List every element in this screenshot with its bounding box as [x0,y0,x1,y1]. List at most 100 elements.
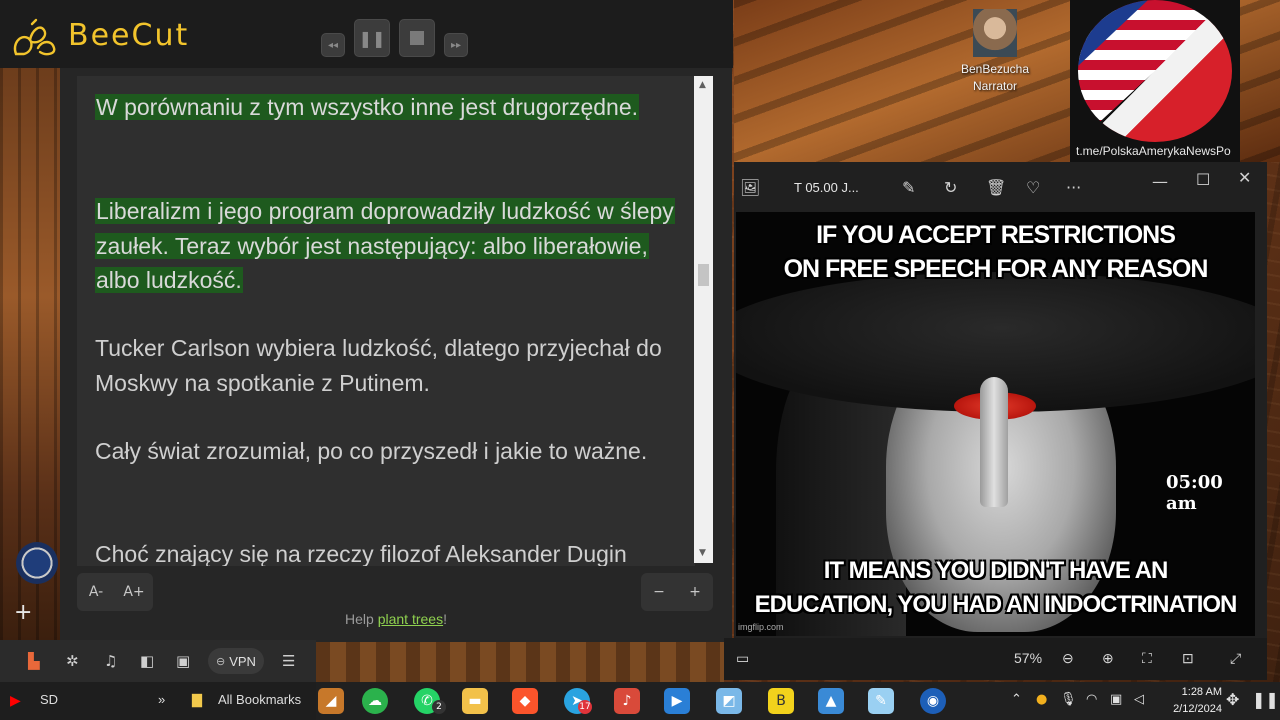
meme-bottom-line-1: IT MEANS YOU DIDN'T HAVE AN [823,557,1169,584]
paint-app-icon[interactable]: ✎ [868,688,894,714]
bookmarks-overflow[interactable]: » [158,692,165,707]
add-icon[interactable]: + [14,600,32,625]
font-larger-button[interactable]: A+ [115,573,153,611]
narrator-label: BenBezucha Narrator [940,61,1050,95]
zoom-in-button[interactable]: + [677,573,713,611]
favorite-icon[interactable]: ♡ [1026,178,1040,197]
move-cursor-icon: ✥ [1226,690,1240,709]
help-line: Help plant trees! [60,611,732,627]
scrollbar-thumb[interactable] [698,264,709,286]
reader-text-area[interactable]: W porównaniu z tym wszystko inne jest dr… [77,76,695,566]
music-icon[interactable]: ♫ [104,652,117,670]
volume-icon[interactable]: ◁ [1134,692,1144,707]
wifi-icon[interactable]: ◠ [1086,692,1097,707]
menu-icon[interactable]: ☰ [282,652,295,670]
flag-icon [1078,0,1232,142]
network-icon[interactable]: ▣ [1110,692,1122,707]
narrator-name: BenBezucha [960,62,1030,76]
photos-taskbar-icon[interactable]: ▲ [818,688,844,714]
brave-news-icon[interactable]: ▙ [28,652,40,670]
cloud-app-icon[interactable]: ☁ [362,688,388,714]
viewer-titlebar: 🖼 T 05.00 J... ✎ ↻ 🗑 ♡ ··· — ☐ ✕ [734,162,1267,212]
paragraph-5: Choć znający się na rzeczy filozof Aleks… [95,541,627,566]
bee-logo-icon [13,18,56,56]
help-suffix: ! [443,611,447,627]
clock-date: 2/12/2024 [1173,703,1222,715]
photo-viewer-window: 🖼 T 05.00 J... ✎ ↻ 🗑 ♡ ··· — ☐ ✕ IF YOU … [724,162,1267,680]
stop-button[interactable] [399,19,435,57]
zoom-out-button[interactable]: − [641,573,677,611]
paragraph-1: W porównaniu z tym wszystko inne jest dr… [95,94,640,120]
whatsapp-badge: 2 [432,700,446,714]
channel-url: t.me/PolskaAmerykaNewsPo [1076,144,1231,158]
vpn-label: VPN [229,653,256,669]
meme-top-line-1: IF YOU ACCEPT RESTRICTIONS [816,221,1176,249]
scroll-down-icon[interactable]: ▼ [699,548,706,558]
reader-scrollbar[interactable]: ▲ ▼ [694,76,713,563]
time-overlay: 05:00 am [1166,472,1223,514]
meme-image[interactable]: IF YOU ACCEPT RESTRICTIONS ON FREE SPEEC… [736,212,1255,636]
tray-app-icon[interactable]: ● [1036,692,1047,707]
zoom-in-icon[interactable]: ⊕ [1102,650,1114,667]
extensions-icon[interactable]: ✲ [66,652,79,670]
file-explorer-icon[interactable]: ▬ [462,688,488,714]
zoom-out-icon[interactable]: ⊖ [1062,650,1074,667]
show-hidden-icons[interactable]: ⌃ [1011,692,1022,707]
telegram-badge: 17 [578,700,592,714]
meme-top-line-2: ON FREE SPEECH FOR ANY REASON [783,255,1209,283]
flag-badge: t.me/PolskaAmerykaNewsPo [1070,0,1240,162]
pause-button[interactable]: ❚❚ [354,19,390,57]
vpn-status-icon: ⊖ [216,655,226,668]
wallet-icon[interactable]: ▣ [176,652,190,670]
sidebar-icon[interactable]: ◧ [140,652,154,670]
video-app-icon[interactable]: ▶ [664,688,690,714]
all-bookmarks[interactable]: All Bookmarks [218,692,301,707]
notes-app-icon[interactable]: ◩ [716,688,742,714]
more-options-icon[interactable]: ··· [1066,178,1081,197]
narrator-avatar[interactable] [973,9,1017,57]
vpn-button[interactable]: ⊖ VPN [208,648,264,674]
fit-window-icon[interactable]: ⛶ [1142,650,1152,667]
plant-trees-link[interactable]: plant trees [378,611,443,627]
fullscreen-icon[interactable]: ⤢ [1230,650,1241,667]
bookmarks-bar: ▶ SD » ▇ All Bookmarks [0,682,316,720]
brave-browser-icon[interactable]: ◆ [512,688,538,714]
paragraph-3: Tucker Carlson wybiera ludzkość, dlatego… [95,335,662,396]
forward-button[interactable]: ▸▸ [444,33,468,57]
delete-icon[interactable]: 🗑 [986,178,1006,197]
filmstrip-icon[interactable]: ▭ [736,650,749,667]
maximize-icon[interactable]: ☐ [1196,170,1210,189]
scroll-up-icon[interactable]: ▲ [699,80,706,90]
youtube-icon[interactable]: ▶ [10,692,21,709]
system-clock[interactable]: 1:28 AM 2/12/2024 [1152,684,1222,718]
app-name: BeeCut [68,18,190,53]
beecut-header: BeeCut ◂◂ ❚❚ ▸▸ [0,0,733,68]
pause-recording-icon[interactable]: ❚❚ [1252,690,1279,709]
beecut-taskbar-icon[interactable]: B [768,688,794,714]
help-prefix: Help [345,611,378,627]
tool-app-icon[interactable]: ◉ [920,688,946,714]
media-app-icon[interactable]: ♪ [614,688,640,714]
viewer-title: T 05.00 J... [794,180,859,195]
photos-app-icon: 🖼 [740,178,761,197]
bookmark-sd[interactable]: SD [40,692,58,707]
font-smaller-button[interactable]: A- [77,573,115,611]
edit-icon[interactable]: ✎ [902,178,915,197]
meme-bottom-line-2: EDUCATION, YOU HAD AN INDOCTRINATION [754,591,1238,618]
clock-time: 1:28 AM [1181,686,1222,698]
viewer-bottom-bar: ▭ 57% ⊖ ⊕ ⛶ ⊡ ⤢ [724,638,1267,680]
imgflip-watermark: imgflip.com [738,622,784,632]
taskbar-app-icon[interactable]: ◢ [318,688,344,714]
rotate-icon[interactable]: ↻ [944,178,957,197]
zoom-level: 57% [1014,650,1043,666]
actual-size-icon[interactable]: ⊡ [1182,650,1194,667]
minimize-icon[interactable]: — [1152,172,1168,191]
finger-shape [980,377,1008,507]
browser-toolbar: ▙ ✲ ♫ ◧ ▣ ⊖ VPN ☰ [0,640,316,682]
desktop-wallpaper-bottom [316,642,724,682]
close-icon[interactable]: ✕ [1238,168,1251,187]
rewind-button[interactable]: ◂◂ [321,33,345,57]
microphone-icon[interactable]: 🎙 [1060,692,1077,707]
seal-icon[interactable] [16,542,58,584]
narrator-role: Narrator [972,79,1017,93]
